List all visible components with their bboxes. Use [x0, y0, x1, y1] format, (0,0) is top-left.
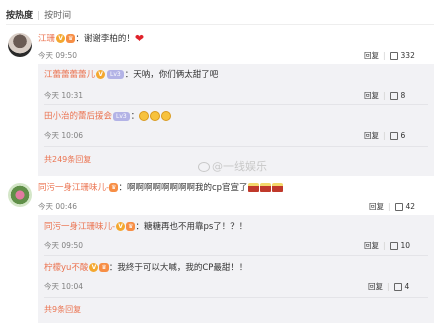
weibo-logo-icon: [198, 162, 210, 172]
sort-separator: |: [37, 11, 41, 21]
reply-author[interactable]: 同污一身江珊味儿-: [44, 222, 115, 232]
comment-time: 今天 09:50: [38, 51, 77, 60]
reply-time: 今天 10:06: [44, 131, 83, 140]
comment-1-line: 江珊 V ♛ ：谢谢李柏的！❤: [38, 33, 144, 45]
thumbs-up-icon: [394, 203, 403, 211]
verified-icon: V: [96, 70, 106, 79]
reply-actions: 回复 | 4: [368, 282, 410, 291]
verified-icon: V: [116, 222, 126, 231]
like-button[interactable]: 6: [389, 131, 406, 140]
reply-actions: 回复 | 10: [364, 241, 411, 250]
reply-actions: 回复 | 8: [364, 91, 406, 100]
like-button[interactable]: 42: [394, 202, 416, 211]
reply-text: ：: [130, 111, 140, 122]
sort-by-time[interactable]: 按时间: [44, 8, 71, 21]
sort-by-hot[interactable]: 按热度: [6, 8, 33, 21]
divider: [6, 24, 434, 25]
heart-icon: ❤: [134, 32, 145, 45]
comment-author[interactable]: 同污一身江珊味儿-: [38, 183, 109, 193]
reply-line: 江蕾蕾蕾蕾儿 V Lv3 ：天呐，你们俩太甜了吧: [44, 70, 218, 81]
thumbs-up-icon: [389, 242, 398, 250]
reply-button[interactable]: 回复: [369, 202, 384, 211]
like-button[interactable]: 4: [393, 282, 410, 291]
like-count: 42: [405, 202, 416, 211]
like-count: 8: [400, 91, 406, 100]
comment-actions: 回复 | 42: [369, 202, 416, 211]
reply-button[interactable]: 回复: [364, 241, 379, 250]
comment-actions: 回复 | 332: [364, 51, 415, 60]
sort-bar: 按热度 | 按时间: [0, 0, 440, 26]
reply-author[interactable]: 田小治的蕾后援会: [44, 112, 112, 122]
like-button[interactable]: 332: [389, 51, 415, 60]
cake-emoji-icon: [247, 183, 259, 192]
reply-line: 同污一身江珊味儿- V ♛ ：糖糖再也不用靠ps了！？！: [44, 222, 247, 233]
cake-emoji-icon: [259, 183, 271, 192]
thumbs-up-icon: [393, 283, 402, 291]
emoji-icon: [150, 111, 161, 121]
verified-icon: V: [89, 263, 99, 272]
watermark-text: @一线娱乐: [212, 160, 267, 173]
reply-actions: 回复 | 6: [364, 131, 406, 140]
like-count: 10: [400, 241, 411, 250]
verified-icon: V: [56, 34, 66, 43]
reply-button[interactable]: 回复: [364, 91, 379, 100]
emoji-icon: [139, 111, 150, 121]
reply-list: 同污一身江珊味儿- V ♛ ：糖糖再也不用靠ps了！？！ 今天 09:50 回复 | 10…: [38, 215, 434, 323]
comment-time: 今天 00:46: [38, 202, 77, 211]
more-replies-link[interactable]: 共9条回复: [44, 304, 81, 315]
like-button[interactable]: 8: [389, 91, 406, 100]
reply-time: 今天 10:31: [44, 91, 83, 100]
level-badge: Lv3: [113, 111, 130, 121]
level-badge: Lv3: [107, 70, 124, 79]
vip-icon: ♛: [99, 263, 109, 272]
reply-author[interactable]: 柠檬yu不酸: [44, 263, 88, 273]
reply-text: ：我终于可以大喊，我的CP最甜！！: [108, 263, 248, 273]
thumbs-up-icon: [389, 92, 398, 100]
reply-button[interactable]: 回复: [368, 282, 383, 291]
vip-icon: ♛: [66, 34, 76, 43]
avatar[interactable]: [8, 183, 32, 207]
avatar[interactable]: [8, 33, 32, 57]
comment-text: ：谢谢李柏的！: [75, 34, 135, 44]
cake-emoji-icon: [271, 183, 283, 192]
reply-line: 柠檬yu不酸 V ♛ ：我终于可以大喊，我的CP最甜！！: [44, 263, 247, 274]
comment-2-line: 同污一身江珊味儿- ♛ ：啊啊啊啊啊啊啊啊我的cp官宣了: [38, 183, 284, 194]
divider: [44, 104, 428, 105]
divider: [44, 255, 428, 256]
reply-time: 今天 09:50: [44, 241, 83, 250]
comment-author[interactable]: 江珊: [38, 34, 55, 44]
reply-author[interactable]: 江蕾蕾蕾蕾儿: [44, 70, 95, 80]
reply-button[interactable]: 回复: [364, 131, 379, 140]
thumbs-up-icon: [389, 132, 398, 140]
reply-text: ：糖糖再也不用靠ps了！？！: [135, 222, 248, 232]
reply-line: 田小治的蕾后援会 Lv3：: [44, 111, 172, 123]
like-count: 4: [404, 282, 410, 291]
comment-text: ：啊啊啊啊啊啊啊啊我的cp官宣了: [118, 183, 248, 193]
reply-text: ：天呐，你们俩太甜了吧: [124, 70, 219, 80]
emoji-icon: [161, 111, 172, 121]
like-button[interactable]: 10: [389, 241, 411, 250]
more-replies-link[interactable]: 共249条回复: [44, 154, 91, 165]
reply-time: 今天 10:04: [44, 282, 83, 291]
thumbs-up-icon: [389, 52, 398, 60]
divider: [44, 297, 428, 298]
reply-button[interactable]: 回复: [364, 51, 379, 60]
watermark: @一线娱乐: [198, 158, 267, 174]
like-count: 6: [400, 131, 406, 140]
like-count: 332: [400, 51, 415, 60]
divider: [44, 146, 428, 147]
